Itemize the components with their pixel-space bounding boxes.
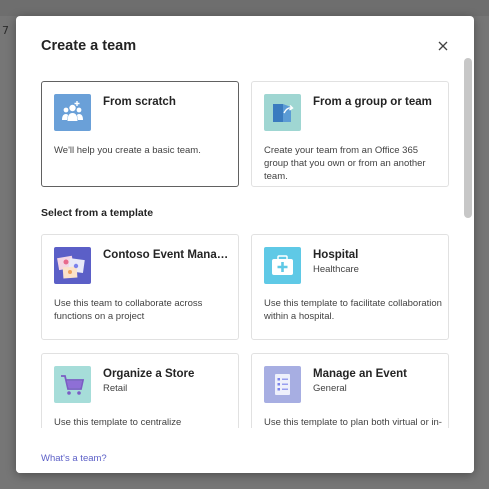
dialog-scrollbar[interactable] <box>464 58 472 218</box>
template-description: Use this template to plan both virtual o… <box>264 417 442 428</box>
checklist-icon <box>264 366 301 403</box>
group-share-icon <box>264 94 301 131</box>
template-name: Manage an Event <box>313 368 407 380</box>
background-mark: 7 <box>2 24 9 37</box>
people-plus-icon <box>54 94 91 131</box>
template-category: Healthcare <box>313 264 359 275</box>
dialog-footer <box>16 428 474 473</box>
create-team-dialog: Create a team From scratch We'll help yo… <box>16 16 474 473</box>
dialog-content: From scratch We'll help you create a bas… <box>16 74 474 428</box>
template-manage-an-event[interactable]: Manage an Event General Use this templat… <box>251 353 449 428</box>
template-description: Use this template to centralize <box>54 417 182 428</box>
close-icon <box>438 41 448 51</box>
event-collage-icon <box>54 247 91 284</box>
template-organize-a-store[interactable]: Organize a Store Retail Use this templat… <box>41 353 239 428</box>
template-name: Organize a Store <box>103 368 195 380</box>
template-section-label: Select from a template <box>41 207 154 219</box>
app-backdrop-header <box>0 0 489 16</box>
template-description: Use this template to facilitate collabor… <box>264 298 442 322</box>
template-hospital[interactable]: Hospital Healthcare Use this template to… <box>251 234 449 340</box>
template-name: Contoso Event Manag... <box>103 249 231 261</box>
option-description: Create your team from an Office 365 grou… <box>264 145 426 182</box>
template-category: Retail <box>103 383 128 394</box>
option-from-scratch[interactable]: From scratch We'll help you create a bas… <box>41 81 239 187</box>
option-name: From scratch <box>103 96 176 108</box>
close-button[interactable] <box>434 37 452 55</box>
shopping-cart-icon <box>54 366 91 403</box>
template-contoso-event-management[interactable]: Contoso Event Manag... Use this team to … <box>41 234 239 340</box>
option-from-group-or-team[interactable]: From a group or team Create your team fr… <box>251 81 449 187</box>
option-name: From a group or team <box>313 96 432 108</box>
template-category: General <box>313 383 347 394</box>
template-name: Hospital <box>313 249 359 261</box>
whats-a-team-link[interactable]: What's a team? <box>41 453 107 464</box>
template-description: Use this team to collaborate across func… <box>54 298 203 322</box>
option-description: We'll help you create a basic team. <box>54 145 201 156</box>
medical-kit-icon <box>264 247 301 284</box>
dialog-title: Create a team <box>41 38 137 54</box>
